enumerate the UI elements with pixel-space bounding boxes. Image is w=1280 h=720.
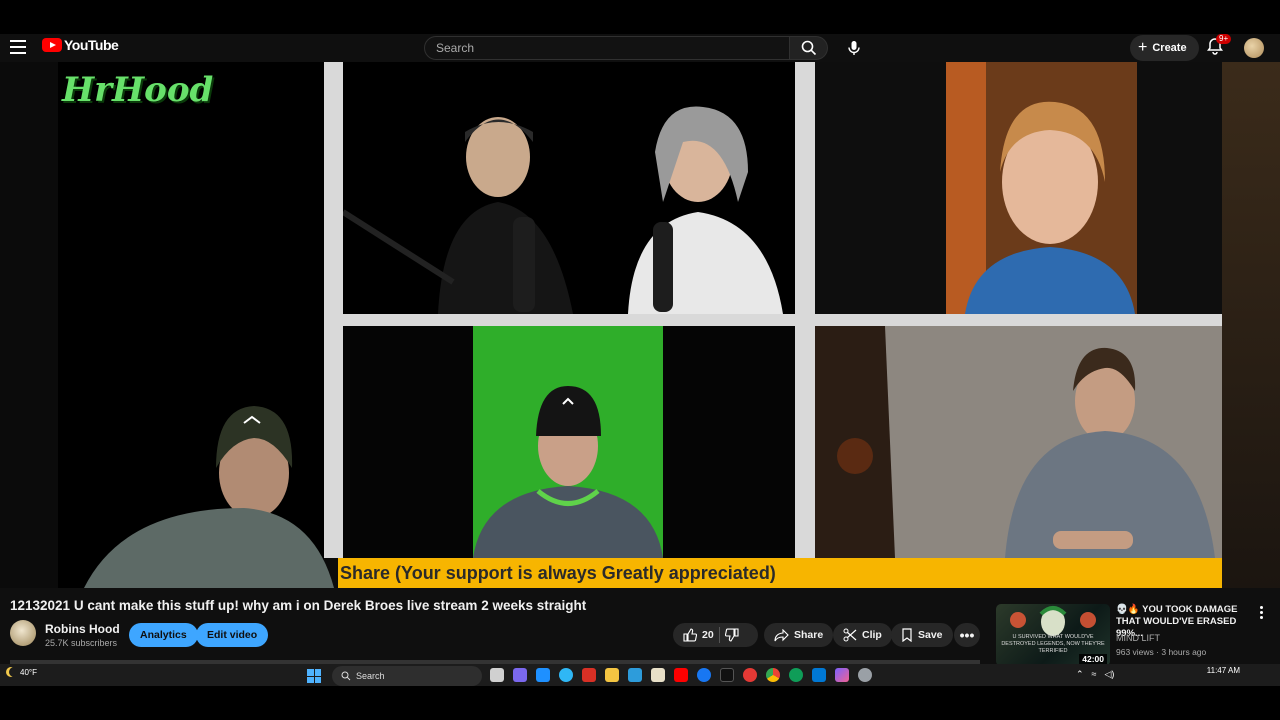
- copilot-icon[interactable]: [835, 668, 849, 682]
- system-tray: ⌃ ≈ ◁): [1076, 669, 1114, 680]
- podcast-scene: [343, 62, 795, 314]
- wifi-icon[interactable]: ≈: [1092, 669, 1097, 680]
- scissors-icon: [843, 628, 857, 642]
- volume-icon[interactable]: ◁): [1105, 669, 1115, 680]
- panel-guest-greenscreen: [343, 326, 795, 558]
- moon-icon: [9, 667, 19, 677]
- subscriber-count: 25.7K subscribers: [45, 638, 118, 648]
- support-banner: Share (Your support is always Greatly ap…: [338, 558, 1222, 588]
- chrome-icon[interactable]: [766, 668, 780, 682]
- edge-icon[interactable]: [559, 668, 573, 682]
- panel-podcast-hosts: [343, 62, 795, 314]
- settings-icon[interactable]: [858, 668, 872, 682]
- youtube-header: YouTube Search + Create 9+: [0, 34, 1280, 62]
- video-info: 12132021 U cant make this stuff up! why …: [0, 588, 1280, 666]
- temperature: 40°F: [20, 667, 37, 677]
- weather-widget[interactable]: 40°F: [6, 667, 37, 677]
- guest-man-scene: [815, 326, 1222, 558]
- save-label: Save: [918, 629, 943, 641]
- analytics-button[interactable]: Analytics: [129, 623, 198, 647]
- overlay-logo: HrHood: [62, 70, 214, 110]
- recommendation-meta: 963 views · 3 hours ago: [1116, 647, 1207, 657]
- bookmark-icon: [902, 628, 912, 642]
- taskbar-search[interactable]: Search: [332, 666, 482, 686]
- edit-video-button[interactable]: Edit video: [196, 623, 269, 647]
- clip-label: Clip: [862, 629, 882, 641]
- search-button[interactable]: [790, 36, 828, 60]
- start-button-icon[interactable]: [307, 669, 321, 683]
- voice-search-button[interactable]: [840, 36, 868, 60]
- app-icon[interactable]: [651, 668, 665, 682]
- record-icon[interactable]: [743, 668, 757, 682]
- panel-guest-woman: [815, 62, 1222, 314]
- app-icon[interactable]: [628, 668, 642, 682]
- windows-taskbar: 40°F Search ⌃ ≈ ◁) 11:47 AM: [0, 664, 1280, 686]
- thumbs-down-icon[interactable]: [724, 628, 739, 642]
- app-icon[interactable]: [789, 668, 803, 682]
- youtube-logo[interactable]: YouTube: [42, 37, 119, 53]
- search-input[interactable]: Search: [424, 36, 790, 60]
- notification-badge: 9+: [1216, 34, 1232, 44]
- share-label: Share: [794, 629, 824, 641]
- search-icon: [801, 40, 816, 56]
- more-horizontal-icon: •••: [959, 627, 975, 643]
- like-count: 20: [702, 629, 714, 641]
- video-duration: 42:00: [1079, 654, 1107, 664]
- create-label: Create: [1152, 42, 1187, 54]
- clip-button[interactable]: Clip: [833, 623, 892, 647]
- youtube-play-icon: [42, 38, 62, 52]
- recommendation-thumbnail[interactable]: U SURVIVED WHAT WOULD'VE DESTROYED LEGEN…: [996, 604, 1110, 666]
- video-right-edge: [1222, 62, 1280, 588]
- gmail-icon[interactable]: [582, 668, 596, 682]
- taskbar-apps: [490, 668, 872, 682]
- channel-name[interactable]: Robins Hood: [45, 622, 120, 636]
- app-icon[interactable]: [536, 668, 550, 682]
- taskbar-search-label: Search: [356, 671, 385, 681]
- like-divider: [718, 627, 720, 643]
- panel-guest-man-hoodie: [815, 326, 1222, 558]
- search-icon: [341, 671, 351, 681]
- youtube-icon[interactable]: [674, 668, 688, 682]
- video-title: 12132021 U cant make this stuff up! why …: [10, 598, 587, 613]
- like-dislike-group: 20: [673, 623, 758, 647]
- hamburger-menu-icon[interactable]: [10, 40, 26, 54]
- like-button[interactable]: 20: [683, 628, 714, 642]
- chevron-up-icon[interactable]: ⌃: [1076, 669, 1084, 680]
- screen: YouTube Search + Create 9+ HrHood Share …: [0, 0, 1280, 720]
- share-button[interactable]: Share: [764, 623, 834, 647]
- account-avatar[interactable]: [1244, 38, 1264, 58]
- microphone-icon: [848, 41, 860, 55]
- more-vertical-icon[interactable]: [1260, 606, 1264, 621]
- app-icon[interactable]: [513, 668, 527, 682]
- video-player[interactable]: HrHood Share (Your support is always Gre…: [0, 62, 1280, 588]
- plus-icon: +: [1138, 39, 1148, 56]
- tiktok-icon[interactable]: [720, 668, 734, 682]
- logo-text: YouTube: [64, 37, 119, 53]
- share-icon: [774, 628, 789, 641]
- channel-avatar[interactable]: [10, 620, 36, 646]
- taskbar-clock[interactable]: 11:47 AM: [1200, 666, 1240, 675]
- task-view-icon[interactable]: [490, 668, 504, 682]
- host-webcam-scene: [84, 406, 334, 588]
- file-explorer-icon[interactable]: [605, 668, 619, 682]
- guest-woman-scene: [815, 62, 1222, 314]
- facebook-icon[interactable]: [697, 668, 711, 682]
- create-button[interactable]: + Create: [1130, 35, 1199, 61]
- host-webcam: [84, 398, 334, 588]
- thumbs-up-icon: [683, 628, 697, 642]
- store-icon[interactable]: [812, 668, 826, 682]
- save-button[interactable]: Save: [891, 623, 953, 647]
- thumbnail-caption: U SURVIVED WHAT WOULD'VE DESTROYED LEGEN…: [1001, 634, 1105, 654]
- more-actions-button[interactable]: •••: [954, 623, 980, 647]
- recommendation-channel[interactable]: MIND LIFT: [1116, 633, 1160, 643]
- greenscreen-scene: [343, 326, 795, 558]
